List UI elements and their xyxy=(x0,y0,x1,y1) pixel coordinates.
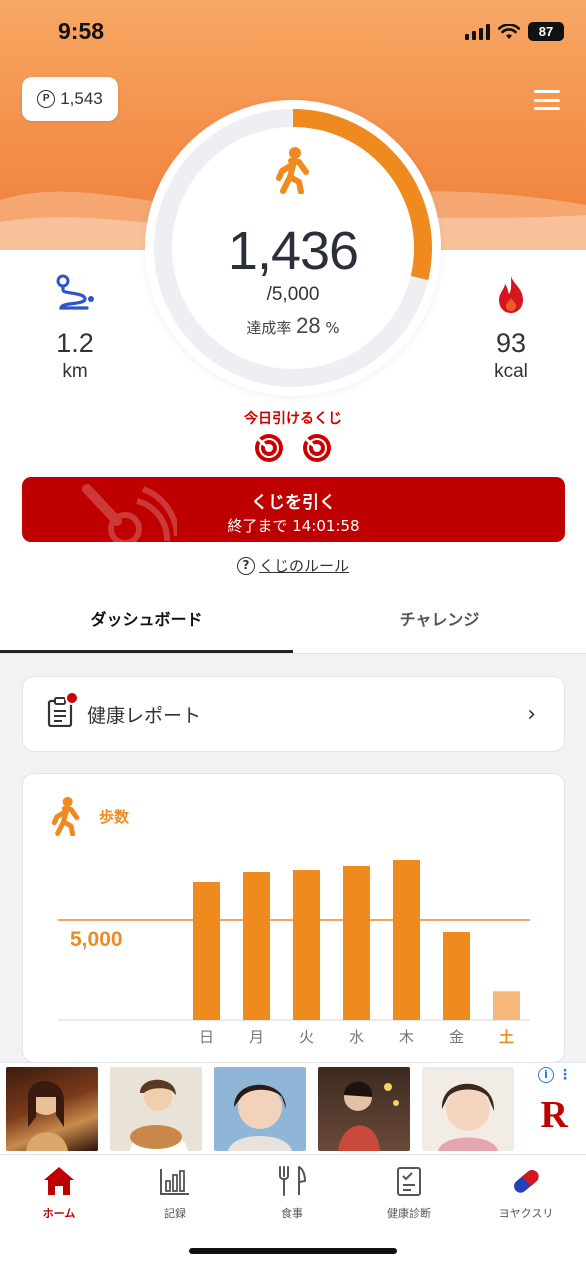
bar-4 xyxy=(393,860,420,1020)
x-tick-label: 火 xyxy=(299,1028,314,1046)
step-goal: /5,000 xyxy=(266,284,320,305)
bar-2 xyxy=(293,870,320,1020)
home-indicator xyxy=(189,1248,397,1254)
points-badge[interactable]: P 1,543 xyxy=(22,77,118,121)
wifi-icon xyxy=(498,23,520,39)
ad-album-cover[interactable] xyxy=(422,1067,514,1151)
battery-indicator: 87 xyxy=(528,22,564,41)
x-tick-label: 水 xyxy=(349,1028,364,1046)
calorie-unit: kcal xyxy=(494,361,528,382)
draw-lottery-button[interactable]: くじを引く 終了まで 14:01:58 xyxy=(22,477,565,542)
fork-knife-icon xyxy=(279,1166,306,1196)
steps-bar-chart: 日月火水木金土 xyxy=(58,860,530,1046)
status-icons: 87 xyxy=(465,22,564,41)
distance-stat: 1.2 km xyxy=(35,272,115,383)
lottery-ticket-icon xyxy=(255,434,283,462)
health-report-label: 健康レポート xyxy=(87,704,202,727)
ad-portrait-image xyxy=(438,1083,498,1151)
x-tick-label: 月 xyxy=(249,1028,264,1046)
lottery-available-label: 今日引けるくじ xyxy=(244,411,342,427)
ad-banner[interactable]: i ⋮ R xyxy=(0,1062,586,1154)
step-ring[interactable]: 1,436 /5,000 達成率 28 % xyxy=(145,100,441,396)
nav-meals[interactable]: 食事 xyxy=(242,1165,342,1221)
tab-challenge[interactable]: チャレンジ xyxy=(293,590,586,653)
ad-info[interactable]: i ⋮ xyxy=(538,1067,572,1083)
home-icon xyxy=(44,1167,74,1195)
signal-icon xyxy=(465,23,490,40)
tab-dashboard[interactable]: ダッシュボード xyxy=(0,590,293,653)
points-icon: P xyxy=(37,90,56,108)
bar-chart-icon xyxy=(160,1169,189,1195)
step-count: 1,436 xyxy=(227,221,359,281)
help-icon: ? xyxy=(236,556,255,575)
hamburger-line xyxy=(534,107,560,110)
lottery-watermark-icon xyxy=(82,484,177,542)
menu-button[interactable] xyxy=(534,90,560,110)
route-icon xyxy=(56,274,94,310)
hamburger-line xyxy=(534,98,560,102)
notification-dot xyxy=(65,691,79,705)
checklist-icon xyxy=(397,1167,421,1196)
distance-value: 1.2 xyxy=(56,328,94,358)
nav-health-check[interactable]: 健康診断 xyxy=(359,1165,459,1221)
bar-5 xyxy=(443,932,470,1020)
achievement-rate-value: 28 xyxy=(296,313,321,338)
nav-home[interactable]: ホーム xyxy=(9,1165,109,1221)
ad-album-cover[interactable] xyxy=(6,1067,98,1151)
info-icon: i xyxy=(538,1067,554,1083)
calorie-stat: 93 kcal xyxy=(471,272,551,383)
walking-icon xyxy=(276,147,309,194)
steps-chart-card[interactable]: 歩数 5,000 日月火水木金土 xyxy=(22,773,565,1063)
x-tick-label: 金 xyxy=(449,1028,464,1046)
report-icon-wrap xyxy=(47,691,79,731)
bar-6 xyxy=(493,991,520,1020)
status-time: 9:58 xyxy=(58,18,105,44)
lottery-ticket-icon xyxy=(303,434,331,462)
hamburger-line xyxy=(534,90,560,93)
rakuten-logo: R xyxy=(540,1094,568,1136)
x-tick-label: 木 xyxy=(399,1028,414,1046)
health-report-card[interactable]: 健康レポート › xyxy=(22,676,565,752)
distance-unit: km xyxy=(62,361,88,382)
nav-records-label: 記録 xyxy=(164,1207,186,1220)
nav-yoyakusuri-label: ヨヤクスリ xyxy=(498,1207,554,1220)
ad-album-cover[interactable] xyxy=(214,1067,306,1151)
chevron-right-icon: › xyxy=(527,701,536,727)
ad-portrait-image xyxy=(228,1084,292,1151)
bar-1 xyxy=(243,872,270,1020)
achievement-rate: 達成率 28 % xyxy=(145,313,441,339)
ad-album-cover[interactable] xyxy=(318,1067,410,1151)
lottery-tickets xyxy=(253,432,333,464)
flame-icon xyxy=(499,276,523,313)
nav-records[interactable]: 記録 xyxy=(125,1165,225,1221)
ad-portrait-image xyxy=(26,1080,68,1151)
points-value: 1,543 xyxy=(60,89,103,108)
lottery-rules-text: くじのルール xyxy=(258,557,349,575)
lottery-rules-link[interactable]: ? くじのルール xyxy=(0,555,586,576)
dashboard-tabs: ダッシュボード チャレンジ xyxy=(0,590,586,654)
nav-yoyakusuri[interactable]: ヨヤクスリ xyxy=(476,1165,576,1221)
ad-portrait-image xyxy=(338,1081,399,1151)
nav-meals-label: 食事 xyxy=(281,1207,303,1220)
achievement-rate-label: 達成率 xyxy=(246,319,292,337)
bar-3 xyxy=(343,866,370,1020)
bar-0 xyxy=(193,882,220,1020)
x-tick-label: 土 xyxy=(499,1028,514,1046)
ad-guitar-image xyxy=(130,1079,188,1151)
ad-album-cover[interactable] xyxy=(110,1067,202,1151)
nav-health-check-label: 健康診断 xyxy=(387,1207,431,1220)
capsule-icon xyxy=(514,1170,539,1193)
x-tick-label: 日 xyxy=(199,1028,214,1046)
nav-home-label: ホーム xyxy=(42,1207,76,1220)
achievement-rate-unit: % xyxy=(325,319,340,337)
more-options-icon: ⋮ xyxy=(558,1067,572,1083)
calorie-value: 93 xyxy=(495,328,527,358)
